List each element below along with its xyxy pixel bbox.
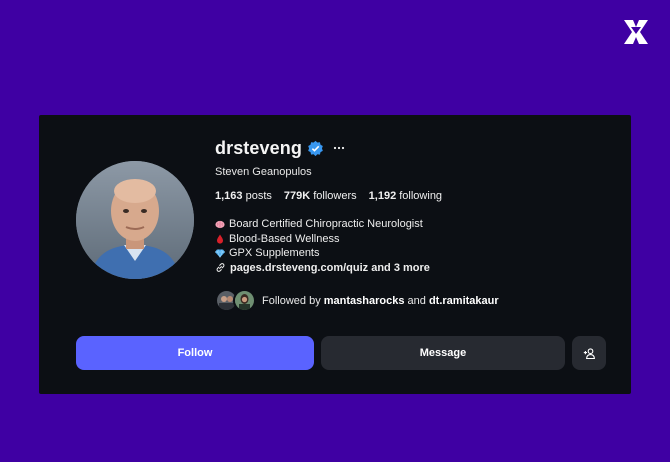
profile-avatar[interactable] [76, 161, 194, 279]
stat-posts[interactable]: 1,163 posts [215, 190, 272, 202]
stat-followers[interactable]: 779K followers [284, 190, 357, 202]
bio-text: GPX Supplements [229, 247, 320, 259]
bio-line: Blood-Based Wellness [215, 232, 615, 247]
suggest-accounts-button[interactable] [572, 336, 606, 370]
follower-username[interactable]: mantasharocks [324, 295, 405, 307]
bio-line: Board Certified Chiropractic Neurologist [215, 217, 615, 232]
bio-text: Blood-Based Wellness [229, 232, 340, 245]
stat-following[interactable]: 1,192 following [369, 190, 442, 202]
bio-line: GPX Supplements [215, 246, 615, 261]
profile-link[interactable]: pages.drsteveng.com/quiz and 3 more [215, 261, 615, 276]
profile-username: drsteveng [215, 137, 302, 158]
profile-stats: 1,163 posts 779K followers 1,192 followi… [215, 190, 615, 202]
profile-full-name: Steven Geanopulos [215, 166, 312, 178]
follower-avatar [233, 289, 256, 312]
brain-icon [215, 221, 225, 229]
follower-username[interactable]: dt.ramitakaur [429, 295, 499, 307]
gem-icon [215, 249, 225, 259]
link-icon [216, 263, 225, 273]
blood-drop-icon [217, 234, 223, 244]
follow-button[interactable]: Follow [76, 336, 314, 370]
more-options-icon[interactable] [333, 145, 345, 151]
add-person-icon [583, 347, 595, 359]
message-button[interactable]: Message [321, 336, 565, 370]
profile-link-url[interactable]: pages.drsteveng.com/quiz [230, 261, 368, 276]
profile-bio: Board Certified Chiropractic Neurologist… [215, 217, 615, 275]
followed-by-text: Followed by mantasharocks and dt.ramitak… [262, 294, 499, 307]
bio-text: Board Certified Chiropractic Neurologist [229, 218, 423, 230]
profile-card: drsteveng Steven Geanopulos 1,163 posts … [39, 115, 631, 394]
brand-logo-icon [624, 20, 648, 44]
followed-by[interactable]: Followed by mantasharocks and dt.ramitak… [215, 289, 615, 312]
verified-badge-icon [308, 140, 323, 156]
profile-link-more[interactable]: and 3 more [368, 261, 430, 276]
